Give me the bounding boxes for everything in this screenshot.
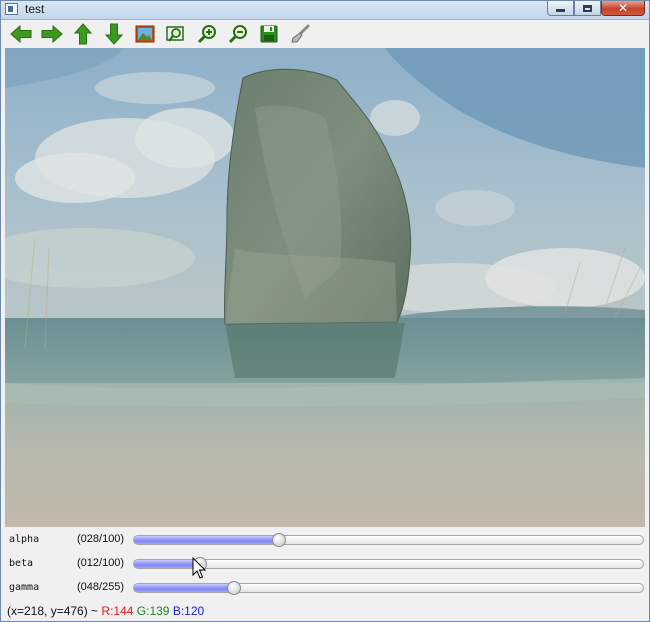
arrow-up-icon: [73, 23, 92, 45]
maximize-button[interactable]: [574, 1, 601, 16]
zoom-original-button[interactable]: [129, 21, 160, 47]
trackbar-beta-track[interactable]: [133, 559, 644, 569]
status-blue: B:120: [172, 604, 205, 618]
zoom-in-icon: [197, 25, 216, 44]
close-button[interactable]: ✕: [601, 1, 645, 16]
trackbar-gamma-value: (048/255): [77, 581, 125, 593]
beach-rock-photo: [5, 48, 645, 527]
properties-button[interactable]: [284, 21, 315, 47]
save-button[interactable]: [253, 21, 284, 47]
title-bar[interactable]: test ✕: [1, 1, 649, 20]
minimize-button[interactable]: [547, 1, 574, 16]
trackbar-gamma: gamma (048/255): [1, 579, 650, 597]
image-icon: [135, 25, 154, 43]
zoom-out-icon: [228, 25, 247, 44]
trackbar-alpha-track[interactable]: [133, 535, 644, 545]
trackbar-gamma-thumb[interactable]: [226, 581, 241, 595]
status-red: R:144: [101, 604, 134, 618]
trackbar-beta: beta (012/100): [1, 555, 650, 573]
arrow-down-icon: [104, 23, 123, 45]
trackbar-alpha-value: (028/100): [77, 533, 125, 545]
trackbar-gamma-track[interactable]: [133, 583, 644, 593]
app-window: test ✕ alpha (028/100) beta (012/100) ga…: [0, 0, 650, 622]
trackbar-beta-value: (012/100): [77, 557, 125, 569]
status-green: G:139: [136, 604, 170, 618]
trackbar-alpha-fill: [134, 536, 277, 544]
trackbar-beta-fill: [134, 560, 196, 568]
minimize-icon: [556, 9, 565, 12]
zoom-fit-button[interactable]: [160, 21, 191, 47]
zoom-out-button[interactable]: [222, 21, 253, 47]
trackbar-gamma-name: gamma: [9, 582, 40, 593]
zoom-fit-icon: [165, 26, 184, 42]
arrow-right-icon: [41, 25, 63, 43]
status-coords: (x=218, y=476) ~: [7, 604, 99, 618]
zoom-in-button[interactable]: [191, 21, 222, 47]
trackbar-beta-name: beta: [9, 558, 34, 569]
arrow-left-icon: [9, 25, 31, 43]
status-bar: (x=218, y=476) ~ R:144 G:139 B:120: [7, 604, 204, 618]
save-icon: [260, 25, 277, 43]
image-view[interactable]: [5, 48, 645, 527]
pan-down-button[interactable]: [98, 21, 129, 47]
close-icon: ✕: [617, 1, 629, 15]
app-icon: [5, 3, 18, 15]
window-title: test: [25, 2, 45, 16]
toolbar: [5, 21, 645, 47]
pan-right-button[interactable]: [36, 21, 67, 47]
pan-left-button[interactable]: [5, 21, 36, 47]
properties-brush-icon: [290, 24, 309, 43]
maximize-icon: [583, 4, 592, 12]
trackbar-alpha: alpha (028/100): [1, 531, 650, 549]
mouse-pointer-icon: [192, 557, 206, 579]
trackbar-alpha-name: alpha: [9, 534, 40, 545]
trackbar-gamma-fill: [134, 584, 230, 592]
pan-up-button[interactable]: [67, 21, 98, 47]
